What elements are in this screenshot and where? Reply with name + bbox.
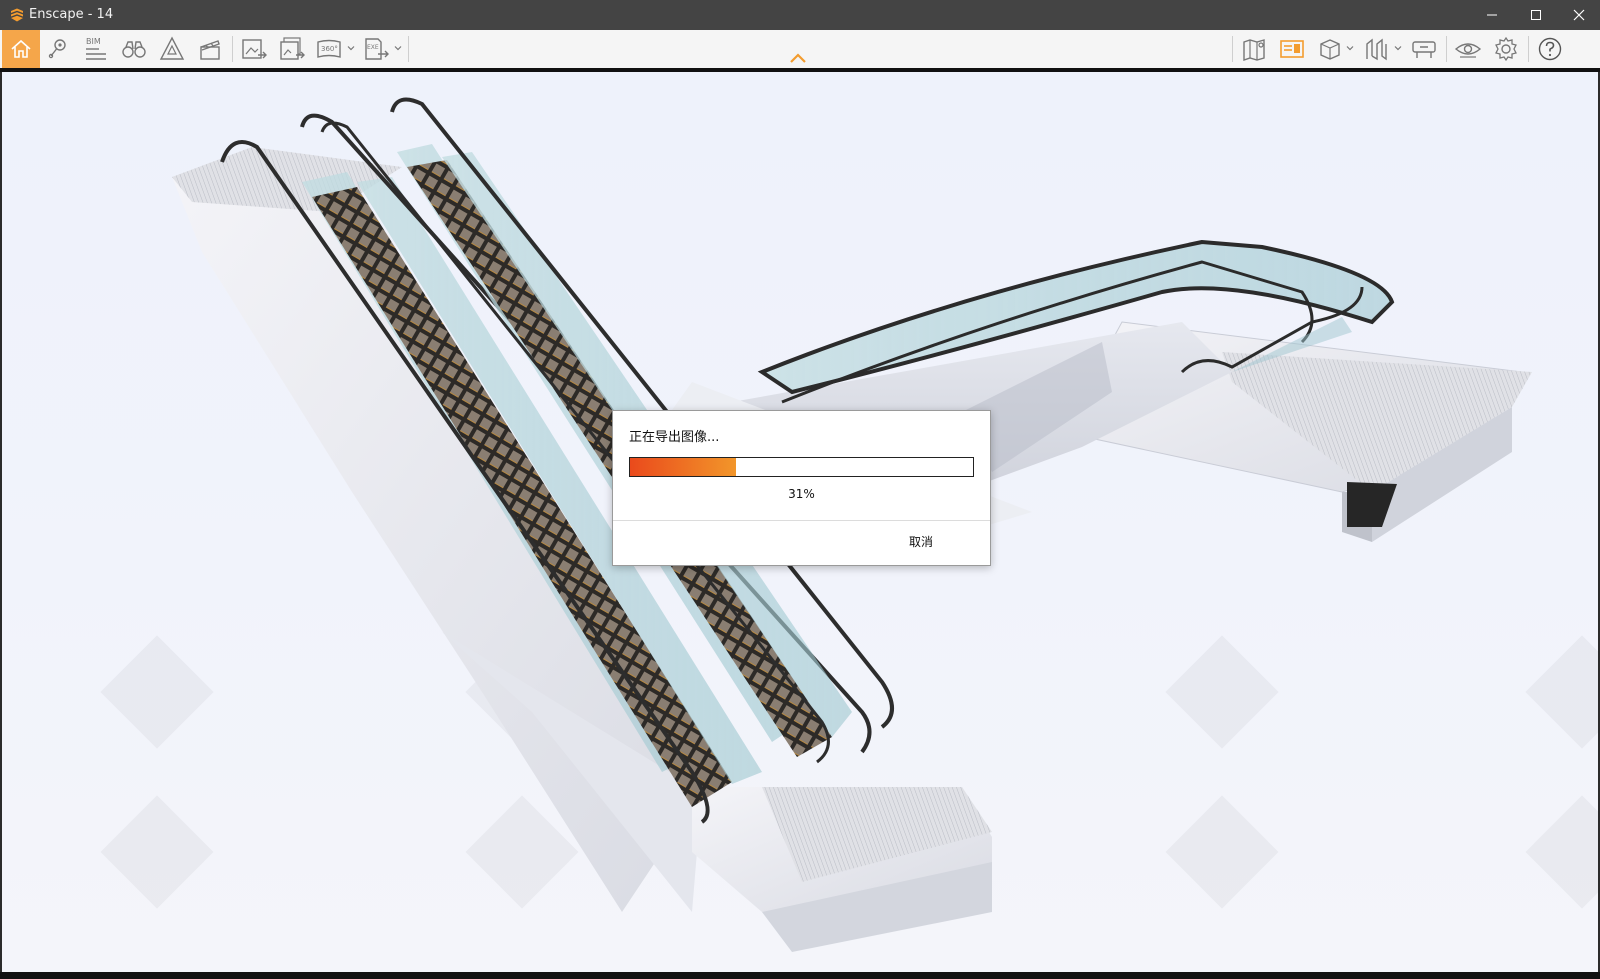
minimize-button[interactable] [1470, 0, 1514, 30]
toolbar-separator [232, 36, 233, 62]
binoculars-button[interactable] [118, 33, 150, 65]
exe-export-button[interactable]: EXE [360, 33, 392, 65]
settings-gear-icon [1495, 36, 1517, 62]
sections-button[interactable] [1360, 33, 1392, 65]
screenshot-export-button[interactable] [238, 33, 270, 65]
maximize-button[interactable] [1514, 0, 1558, 30]
toolbar-separator [1528, 36, 1529, 62]
export-progress-percent: 31% [788, 487, 815, 501]
enscape-window: Enscape - 14 BIM 360° EXE 正在导出图像... 31% … [0, 0, 1600, 979]
bim-button[interactable]: BIM [80, 33, 112, 65]
chevron-down-icon[interactable] [347, 44, 355, 52]
settings-button[interactable] [1490, 33, 1522, 65]
close-icon [1573, 9, 1585, 21]
minimize-icon [1487, 14, 1497, 16]
batch-export-icon [280, 37, 305, 60]
dialog-divider [613, 520, 990, 521]
sections-icon [1366, 38, 1387, 61]
help-button[interactable] [1534, 33, 1566, 65]
exe-export-icon: EXE [365, 38, 389, 60]
window-title: Enscape - 14 [29, 7, 114, 22]
location-button[interactable] [42, 33, 74, 65]
export-status-message: 正在导出图像... [629, 430, 720, 445]
viewport-bottom-border [0, 972, 1600, 979]
video-clapper-icon [200, 40, 220, 60]
collapse-toolbar-icon[interactable] [789, 52, 807, 64]
chevron-down-icon[interactable] [394, 44, 402, 52]
screenshot-export-icon [242, 39, 267, 59]
asset-library-icon [1412, 41, 1436, 58]
toolbar-separator [1446, 36, 1447, 62]
location-pin-icon [48, 39, 66, 59]
eye-icon [1454, 43, 1482, 58]
view-box-icon [1320, 39, 1340, 60]
svg-text:BIM: BIM [86, 37, 101, 46]
visual-settings-icon [1280, 40, 1304, 58]
video-editor-button[interactable] [194, 33, 226, 65]
panorama-button[interactable]: 360° [314, 33, 346, 65]
chevron-down-icon[interactable] [1346, 44, 1354, 52]
chevron-down-icon[interactable] [1394, 44, 1402, 52]
toolbar-separator [408, 36, 409, 62]
home-button[interactable] [2, 30, 40, 68]
perspective-icon [159, 36, 185, 60]
view-box-button[interactable] [1314, 33, 1346, 65]
panorama-360-icon: 360° [317, 39, 341, 58]
export-progress-dialog: 正在导出图像... 31% 取消 [612, 410, 991, 566]
export-progress-bar [629, 457, 974, 477]
toolbar-separator [1232, 36, 1233, 62]
close-button[interactable] [1557, 0, 1600, 30]
maximize-icon [1531, 10, 1541, 20]
batch-export-button[interactable] [276, 33, 308, 65]
map-icon [1243, 39, 1265, 61]
perspective-button[interactable] [156, 33, 188, 65]
visual-settings-button[interactable] [1276, 33, 1308, 65]
svg-text:EXE: EXE [367, 44, 379, 51]
home-icon [11, 39, 31, 58]
cancel-button[interactable]: 取消 [909, 533, 933, 550]
map-button[interactable] [1238, 33, 1270, 65]
asset-library-button[interactable] [1408, 33, 1440, 65]
bim-icon: BIM [86, 37, 106, 60]
help-icon [1538, 37, 1562, 61]
export-progress-fill [630, 458, 737, 476]
enscape-logo-icon [11, 8, 23, 22]
svg-text:360°: 360° [321, 45, 338, 53]
title-bar: Enscape - 14 [0, 0, 1600, 30]
binoculars-icon [122, 41, 146, 58]
view-toggle-button[interactable] [1452, 33, 1484, 65]
